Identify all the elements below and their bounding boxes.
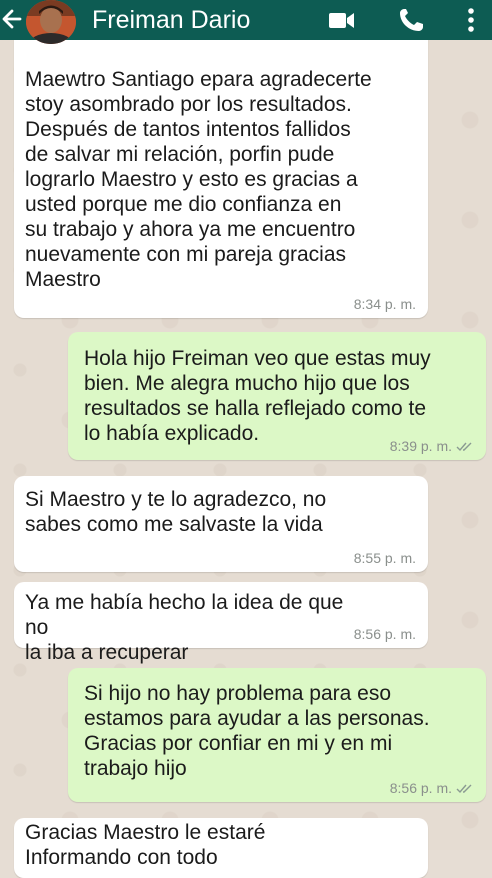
double-check-icon: [456, 784, 472, 793]
profile-photo: [26, 0, 76, 44]
message-bubble-outgoing[interactable]: Hola hijo Freiman veo que estas muy bien…: [68, 332, 486, 460]
message-text: Gracias Maestro le estaré Informando con…: [25, 821, 266, 869]
chat-header: Freiman Dario: [0, 0, 492, 44]
message-bubble-incoming[interactable]: Ya me había hecho la idea de que no la i…: [14, 582, 428, 664]
message-meta: 8:56 p. m.: [354, 626, 416, 642]
message-meta: 8:34 p. m.: [354, 296, 416, 312]
message-bubble-incoming[interactable]: Si Maestro y te lo agradezco, no sabes c…: [14, 476, 428, 572]
message-time: 8:39 p. m.: [389, 438, 452, 454]
message-bubble-incoming[interactable]: Maewtro Santiago epara agradecerte stoy …: [14, 36, 428, 318]
message-time: 8:34 p. m.: [353, 296, 416, 312]
voice-call-button[interactable]: [394, 6, 428, 34]
message-time: 8:56 p. m.: [389, 780, 452, 796]
message-text: Maewtro Santiago epara agradecerte stoy …: [25, 68, 372, 291]
message-bubble-incoming[interactable]: Gracias Maestro le estaré Informando con…: [14, 818, 428, 878]
more-vertical-icon: [468, 8, 474, 32]
message-time: 8:56 p. m.: [353, 626, 416, 642]
phone-icon: [400, 9, 423, 31]
avatar[interactable]: [26, 0, 76, 44]
message-text: Ya me había hecho la idea de que no la i…: [25, 591, 344, 664]
message-text: Si hijo no hay problema para eso estamos…: [84, 682, 430, 780]
message-time: 8:55 p. m.: [353, 550, 416, 566]
message-text: Hola hijo Freiman veo que estas muy bien…: [84, 347, 431, 445]
message-meta: 8:39 p. m.: [390, 438, 474, 454]
message-meta: 8:55 p. m.: [354, 550, 416, 566]
message-bubble-outgoing[interactable]: Si hijo no hay problema para eso estamos…: [68, 668, 486, 802]
double-check-icon: [456, 442, 472, 451]
message-meta: 8:56 p. m.: [390, 780, 474, 796]
contact-name[interactable]: Freiman Dario: [92, 6, 250, 34]
back-button[interactable]: [0, 4, 24, 34]
video-call-button[interactable]: [322, 6, 362, 34]
more-options-button[interactable]: [458, 6, 484, 34]
video-camera-icon: [329, 13, 354, 28]
arrow-left-icon: [2, 9, 22, 29]
message-text: Si Maestro y te lo agradezco, no sabes c…: [25, 488, 327, 536]
